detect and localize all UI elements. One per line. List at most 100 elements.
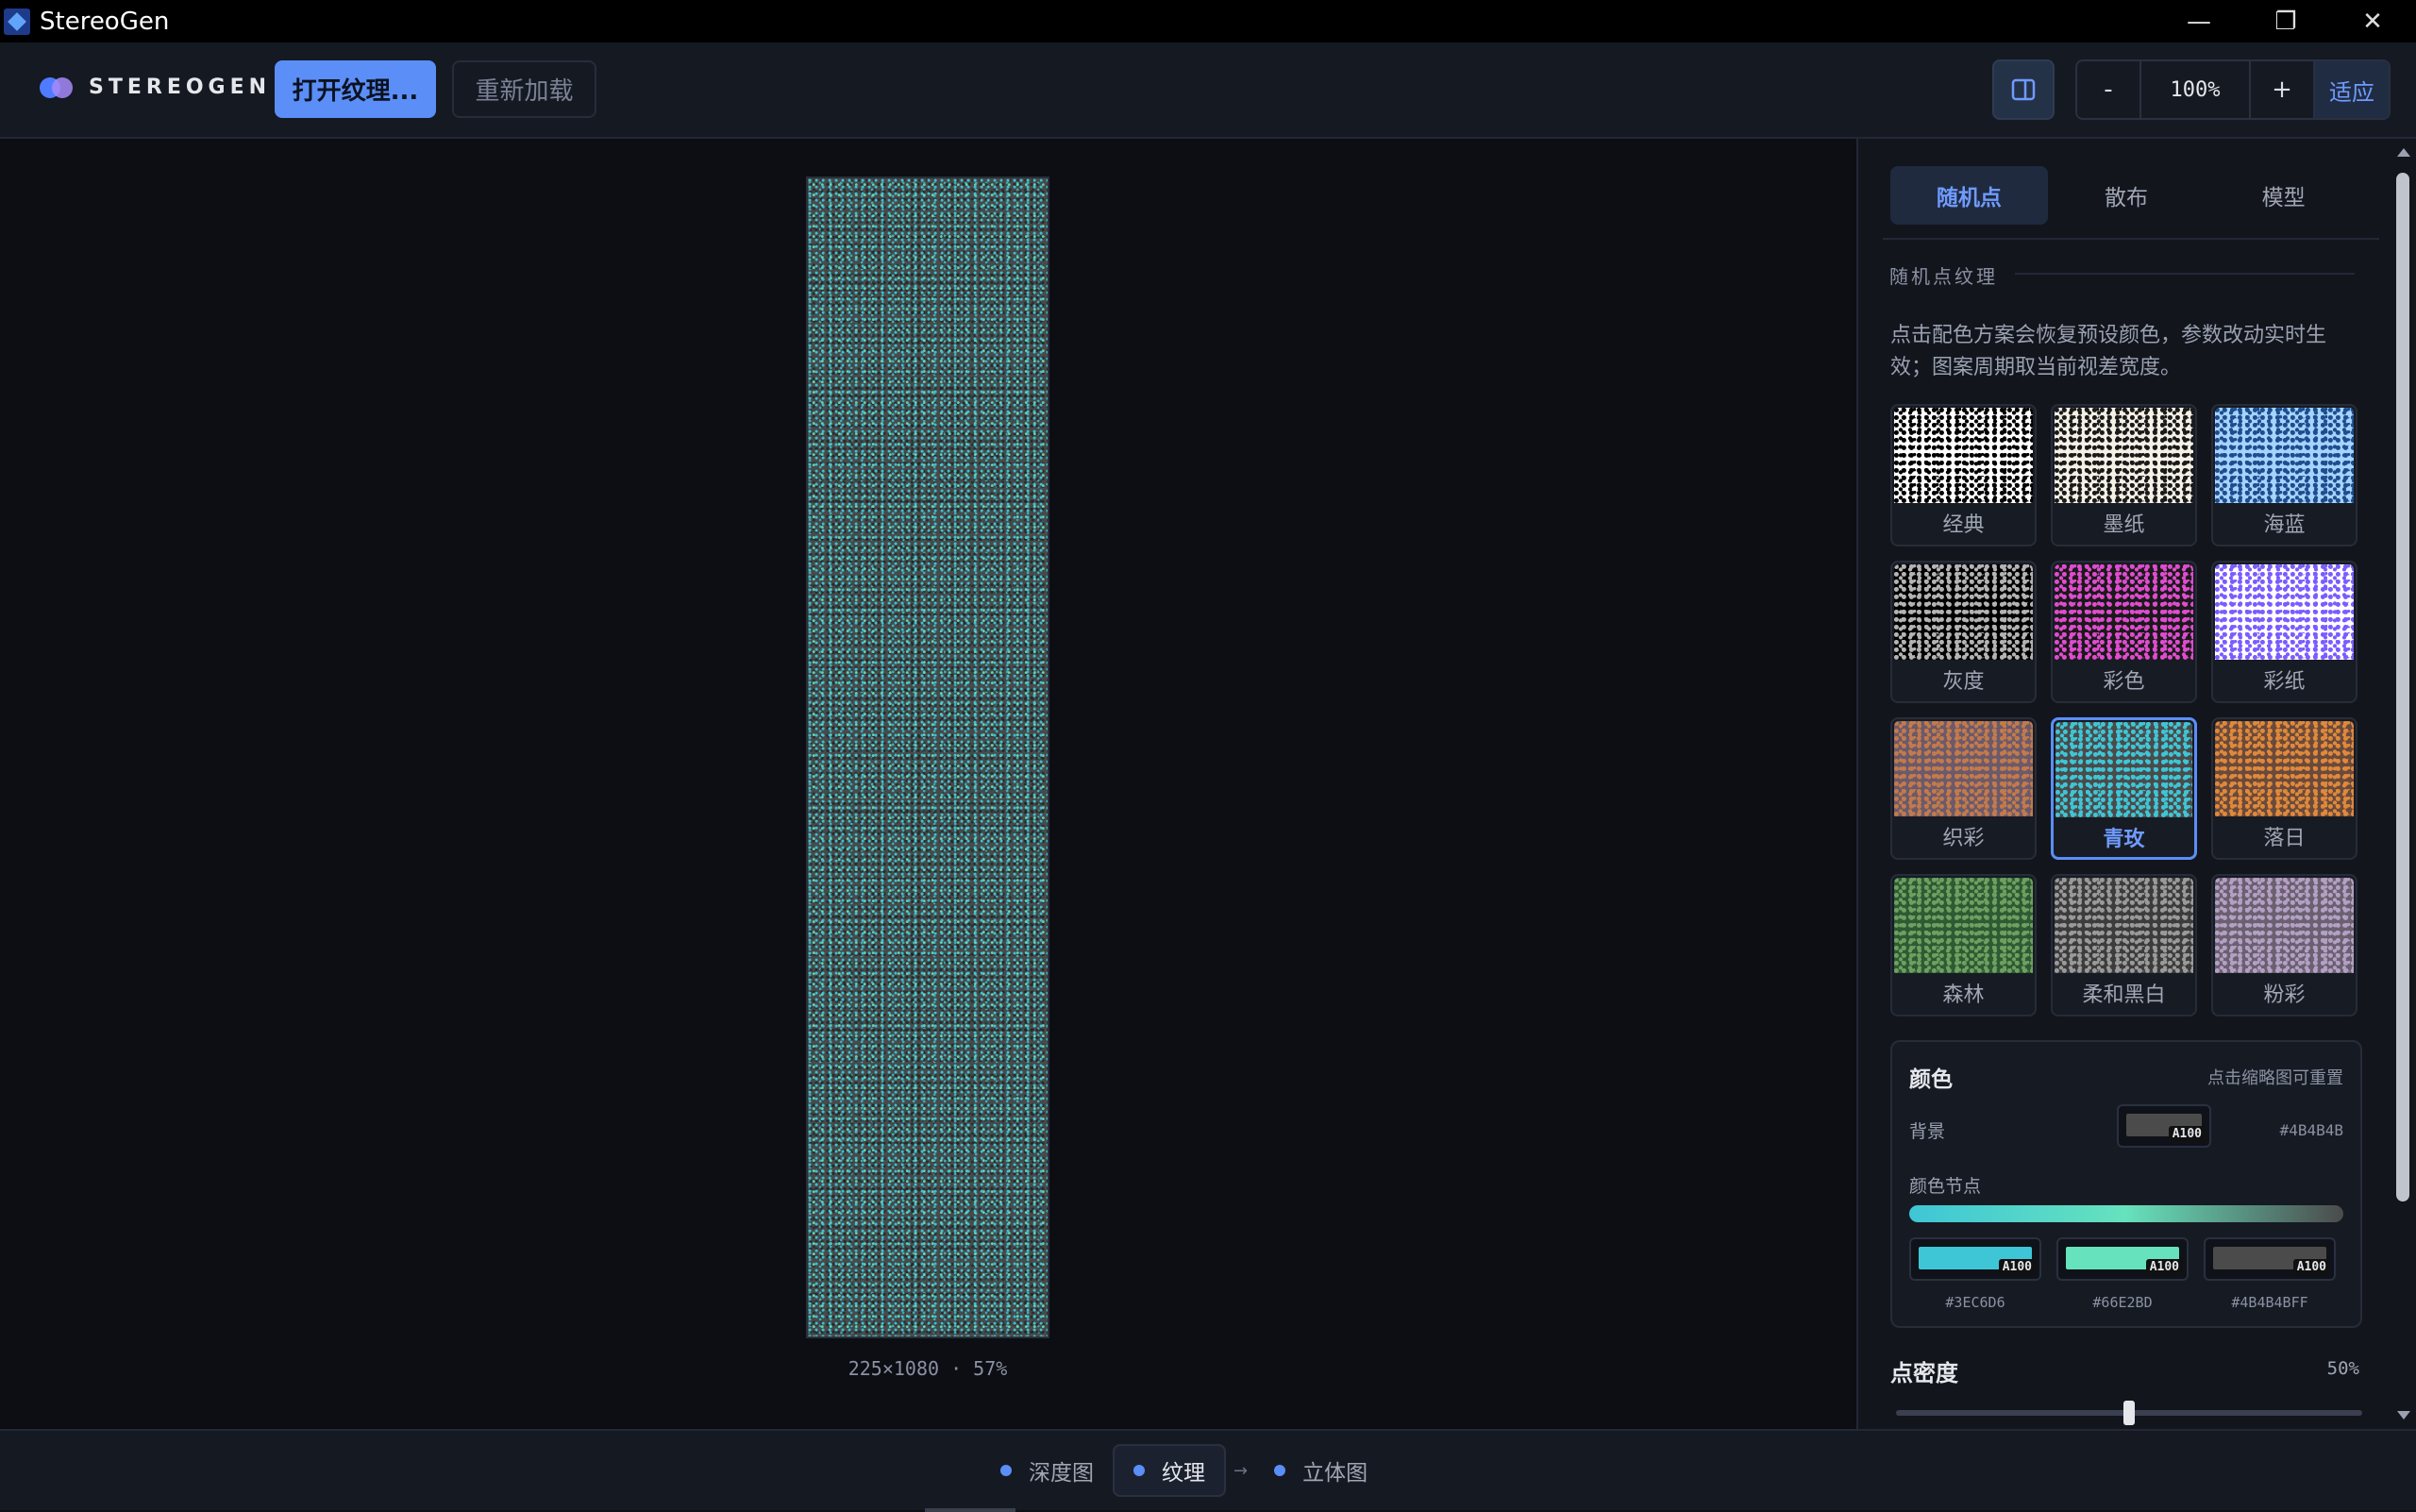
background-color-picker[interactable]: A100 xyxy=(2117,1104,2211,1148)
preset-thumbnail xyxy=(2055,408,2193,503)
tab-scatter[interactable]: 散布 xyxy=(2048,166,2206,225)
window-controls: — ❐ ✕ xyxy=(2156,0,2416,42)
workflow-steps: 深度图 纹理 → 立体图 xyxy=(982,1444,1386,1497)
workflow-bar: 深度图 纹理 → 立体图 xyxy=(0,1429,2416,1512)
panel-scrollbar[interactable] xyxy=(2391,139,2416,1429)
texture-preview xyxy=(806,176,1049,1338)
color-node-hex: #4B4B4BFF xyxy=(2231,1294,2308,1311)
preset-label: 灰度 xyxy=(1942,670,1985,694)
minimize-button[interactable]: — xyxy=(2156,0,2242,42)
restore-button[interactable]: ❐ xyxy=(2242,0,2329,42)
preset-label: 彩色 xyxy=(2103,670,2145,694)
mode-tabs: 随机点 散布 模型 xyxy=(1890,166,2362,225)
zoom-controls: - 100% + 适应 xyxy=(2075,59,2391,120)
scrollbar-thumb[interactable] xyxy=(2396,173,2409,1201)
scroll-up-icon[interactable] xyxy=(2397,148,2410,157)
brand: STEREOGEN xyxy=(40,76,271,99)
section-title: 随机点纹理 xyxy=(1889,265,1998,288)
preset-thumbnail xyxy=(2215,408,2354,503)
preset-ink-paper[interactable]: 墨纸 xyxy=(2051,404,2197,546)
color-title: 颜色 xyxy=(1909,1067,1953,1092)
close-button[interactable]: ✕ xyxy=(2329,0,2416,42)
preset-color-paper[interactable]: 彩纸 xyxy=(2211,561,2357,703)
preset-pastel[interactable]: 粉彩 xyxy=(2211,874,2357,1016)
zoom-out-button[interactable]: - xyxy=(2077,61,2141,118)
alpha-badge: A100 xyxy=(2145,1259,2183,1275)
preset-thumbnail xyxy=(2215,878,2354,973)
preset-forest[interactable]: 森林 xyxy=(1890,874,2037,1016)
alpha-badge: A100 xyxy=(2168,1126,2206,1142)
preset-thumbnail xyxy=(2215,721,2354,816)
title-bar: StereoGen — ❐ ✕ xyxy=(0,0,2416,42)
tab-random-dots[interactable]: 随机点 xyxy=(1890,166,2048,225)
density-value: 50% xyxy=(2326,1358,2359,1379)
step-label: 纹理 xyxy=(1162,1461,1205,1486)
toggle-panel-button[interactable] xyxy=(1992,59,2055,120)
preset-label: 彩纸 xyxy=(2263,670,2306,694)
zoom-in-button[interactable]: + xyxy=(2251,61,2315,118)
bottom-indicator xyxy=(925,1508,1015,1512)
preset-thumbnail xyxy=(2215,564,2354,660)
background-hex: #4B4B4B xyxy=(2279,1121,2343,1139)
preset-grayscale[interactable]: 灰度 xyxy=(1890,561,2037,703)
preset-ocean-blue[interactable]: 海蓝 xyxy=(2211,404,2357,546)
zoom-level: 100% xyxy=(2141,61,2251,118)
settings-panel: 随机点 散布 模型 随机点纹理 点击配色方案会恢复预设颜色，参数改动实时生效；图… xyxy=(1856,139,2416,1429)
sidebar-panel-icon xyxy=(2011,78,2036,101)
toolbar: STEREOGEN 打开纹理... 重新加载 - 100% + 适应 xyxy=(0,42,2416,139)
preset-label: 经典 xyxy=(1942,513,1985,537)
preset-classic[interactable]: 经典 xyxy=(1890,404,2037,546)
section-description: 点击配色方案会恢复预设颜色，参数改动实时生效；图案周期取当前视差宽度。 xyxy=(1890,324,2327,379)
background-label: 背景 xyxy=(1909,1121,1946,1142)
preset-thumbnail xyxy=(1894,721,2033,816)
step-depth-map[interactable]: 深度图 xyxy=(982,1444,1113,1497)
preset-cyan-rose[interactable]: 青玫 xyxy=(2051,717,2197,860)
preset-color[interactable]: 彩色 xyxy=(2051,561,2197,703)
color-hint: 点击缩略图可重置 xyxy=(2207,1068,2343,1088)
arrow-right-icon: → xyxy=(1233,1460,1249,1481)
step-stereogram[interactable]: 立体图 xyxy=(1255,1444,1386,1497)
scroll-down-icon[interactable] xyxy=(2397,1411,2410,1420)
step-texture[interactable]: 纹理 xyxy=(1113,1444,1226,1497)
preset-woven[interactable]: 织彩 xyxy=(1890,717,2037,860)
color-nodes-label: 颜色节点 xyxy=(1909,1176,1982,1197)
density-label: 点密度 xyxy=(1890,1360,1958,1386)
preset-label: 海蓝 xyxy=(2263,513,2306,537)
color-node-1[interactable]: A100 xyxy=(1909,1237,2041,1281)
preset-thumbnail xyxy=(2055,564,2193,660)
color-node-hex: #3EC6D6 xyxy=(1945,1294,2005,1311)
step-dot-icon xyxy=(1274,1465,1286,1476)
step-label: 立体图 xyxy=(1302,1461,1368,1486)
preset-grid: 经典 墨纸 海蓝 灰度 彩色 彩纸 织彩 青玫 落日 森林 柔和黑白 粉彩 xyxy=(1890,404,2362,1016)
zoom-fit-button[interactable]: 适应 xyxy=(2315,61,2389,118)
preset-thumbnail xyxy=(1894,564,2033,660)
canvas-area: 225×1080 · 57% xyxy=(0,139,1856,1429)
step-label: 深度图 xyxy=(1029,1461,1094,1486)
texture-caption: 225×1080 · 57% xyxy=(847,1357,1008,1380)
preset-label: 粉彩 xyxy=(2263,983,2306,1007)
preset-label: 织彩 xyxy=(1942,827,1985,850)
preset-label: 森林 xyxy=(1942,983,1985,1007)
preset-thumbnail xyxy=(2055,878,2193,973)
step-dot-icon xyxy=(1133,1465,1145,1476)
brand-name: STEREOGEN xyxy=(89,76,272,99)
color-settings: 颜色 点击缩略图可重置 背景 A100 #4B4B4B 颜色节点 A100 A1… xyxy=(1890,1040,2362,1328)
preset-thumbnail xyxy=(2055,722,2192,817)
density-slider-thumb[interactable] xyxy=(2123,1401,2135,1425)
open-texture-button[interactable]: 打开纹理... xyxy=(275,60,436,118)
color-node-3[interactable]: A100 xyxy=(2204,1237,2336,1281)
preset-soft-bw[interactable]: 柔和黑白 xyxy=(2051,874,2197,1016)
preset-label: 墨纸 xyxy=(2103,513,2145,537)
tab-model[interactable]: 模型 xyxy=(2205,166,2362,225)
preset-thumbnail xyxy=(1894,408,2033,503)
preset-sunset[interactable]: 落日 xyxy=(2211,717,2357,860)
preset-label: 柔和黑白 xyxy=(2082,983,2166,1007)
color-node-hex: #66E2BD xyxy=(2092,1294,2153,1311)
reload-button[interactable]: 重新加载 xyxy=(452,60,596,118)
app-icon xyxy=(4,8,30,35)
preset-label: 落日 xyxy=(2263,827,2306,850)
window-title: StereoGen xyxy=(40,7,170,36)
brand-logo-icon xyxy=(40,76,74,98)
color-node-2[interactable]: A100 xyxy=(2056,1237,2189,1281)
alpha-badge: A100 xyxy=(2292,1259,2330,1275)
